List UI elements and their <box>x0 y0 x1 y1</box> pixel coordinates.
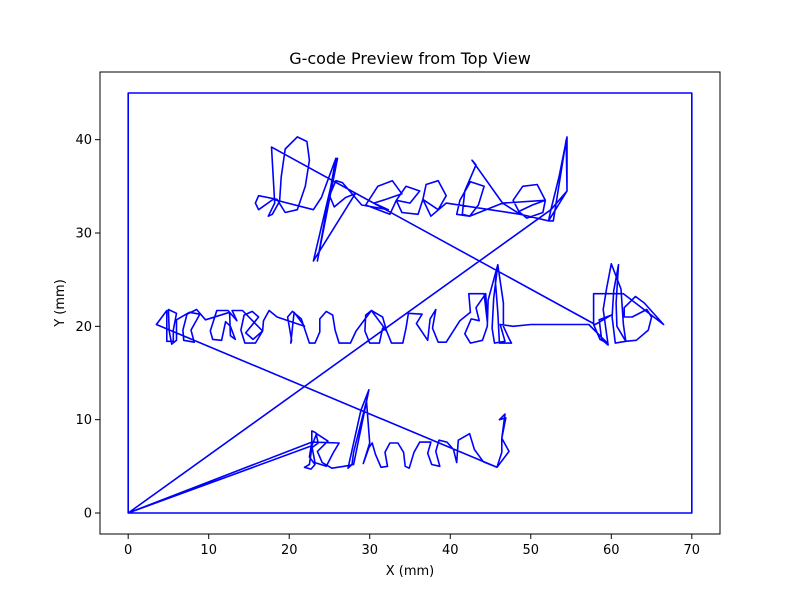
y-axis-label: Y (mm) <box>53 279 68 328</box>
y-tick-label: 10 <box>75 413 92 428</box>
figure-background <box>0 0 800 600</box>
x-tick-label: 70 <box>684 543 701 558</box>
y-tick-label: 40 <box>75 133 92 148</box>
x-tick-label: 50 <box>523 543 540 558</box>
x-tick-label: 0 <box>124 543 132 558</box>
y-tick-label: 20 <box>75 320 92 335</box>
x-tick-label: 60 <box>603 543 620 558</box>
x-axis-label: X (mm) <box>386 564 435 579</box>
x-tick-label: 20 <box>281 543 298 558</box>
y-tick-label: 0 <box>84 507 92 522</box>
chart-title: G-code Preview from Top View <box>289 49 531 68</box>
x-tick-label: 40 <box>442 543 459 558</box>
x-tick-label: 30 <box>361 543 378 558</box>
x-tick-label: 10 <box>200 543 217 558</box>
y-tick-label: 30 <box>75 227 92 242</box>
gcode-preview-chart: G-code Preview from Top View 0 10 20 30 40 50… <box>0 0 800 600</box>
